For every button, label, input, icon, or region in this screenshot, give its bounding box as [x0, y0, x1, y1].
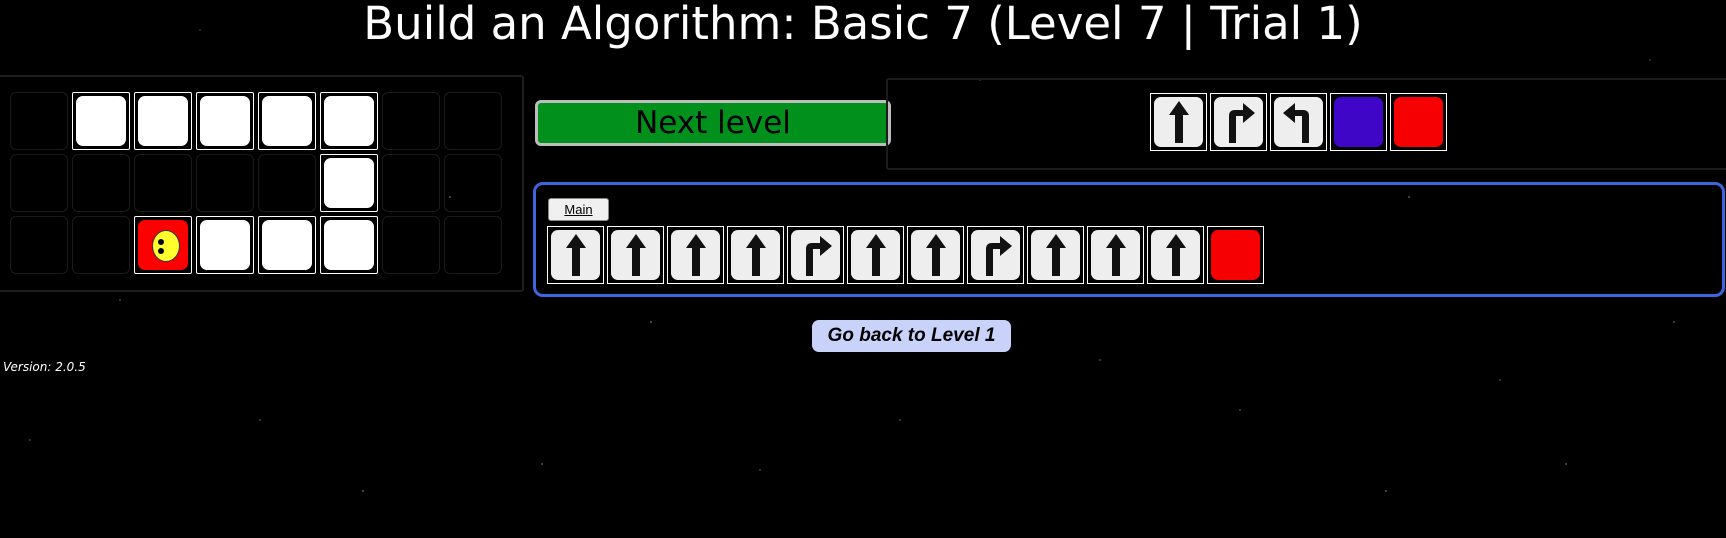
- path-cell: [196, 92, 254, 150]
- block-palette: [1150, 93, 1447, 151]
- empty-cell: [444, 216, 502, 274]
- empty-cell: [134, 154, 192, 212]
- arrow-up-icon: [1091, 230, 1140, 280]
- program-step-forward[interactable]: [1087, 226, 1144, 284]
- path-cell: [258, 216, 316, 274]
- arrow-up-icon: [851, 230, 900, 280]
- empty-cell: [196, 154, 254, 212]
- program-step-forward[interactable]: [547, 226, 604, 284]
- arrow-up-icon: [731, 230, 780, 280]
- program-step-forward[interactable]: [1147, 226, 1204, 284]
- empty-cell: [10, 216, 68, 274]
- go-back-button[interactable]: Go back to Level 1: [812, 320, 1011, 352]
- program-step-forward[interactable]: [727, 226, 784, 284]
- program-step-red[interactable]: [1207, 226, 1264, 284]
- palette-block-turn-right[interactable]: [1210, 93, 1267, 151]
- program-step-forward[interactable]: [907, 226, 964, 284]
- version-label: Version: 2.0.5: [3, 360, 86, 374]
- red-block: [1211, 230, 1260, 280]
- page-title: Build an Algorithm: Basic 7 (Level 7 | T…: [363, 0, 1363, 50]
- player-cell: [134, 216, 192, 274]
- empty-cell: [258, 154, 316, 212]
- level-grid: [8, 90, 504, 276]
- turn-right-icon: [1214, 97, 1263, 147]
- palette-block-red[interactable]: [1390, 93, 1447, 151]
- arrow-up-icon: [671, 230, 720, 280]
- main-tab-button[interactable]: Main: [548, 198, 609, 221]
- arrow-up-icon: [1154, 97, 1203, 147]
- turn-right-icon: [791, 230, 840, 280]
- path-cell: [72, 92, 130, 150]
- path-cell: [320, 216, 378, 274]
- program-step-forward[interactable]: [607, 226, 664, 284]
- turn-left-icon: [1274, 97, 1323, 147]
- red-block: [1394, 97, 1443, 147]
- path-cell: [196, 216, 254, 274]
- empty-cell: [382, 216, 440, 274]
- empty-cell: [382, 154, 440, 212]
- blue-block: [1334, 97, 1383, 147]
- player-face-icon: [152, 230, 180, 262]
- palette-block-blue[interactable]: [1330, 93, 1387, 151]
- empty-cell: [10, 154, 68, 212]
- arrow-up-icon: [1151, 230, 1200, 280]
- empty-cell: [72, 216, 130, 274]
- empty-cell: [382, 92, 440, 150]
- empty-cell: [10, 92, 68, 150]
- program-step-forward[interactable]: [847, 226, 904, 284]
- palette-block-turn-left[interactable]: [1270, 93, 1327, 151]
- program-step-turn-right[interactable]: [787, 226, 844, 284]
- arrow-up-icon: [1031, 230, 1080, 280]
- next-level-button[interactable]: Next level: [535, 100, 891, 146]
- program-sequence: [547, 226, 1264, 284]
- arrow-up-icon: [911, 230, 960, 280]
- empty-cell: [72, 154, 130, 212]
- path-cell: [320, 154, 378, 212]
- arrow-up-icon: [551, 230, 600, 280]
- path-cell: [134, 92, 192, 150]
- path-cell: [258, 92, 316, 150]
- palette-block-forward[interactable]: [1150, 93, 1207, 151]
- turn-right-icon: [971, 230, 1020, 280]
- empty-cell: [444, 154, 502, 212]
- program-step-forward[interactable]: [1027, 226, 1084, 284]
- program-step-forward[interactable]: [667, 226, 724, 284]
- path-cell: [320, 92, 378, 150]
- program-step-turn-right[interactable]: [967, 226, 1024, 284]
- empty-cell: [444, 92, 502, 150]
- arrow-up-icon: [611, 230, 660, 280]
